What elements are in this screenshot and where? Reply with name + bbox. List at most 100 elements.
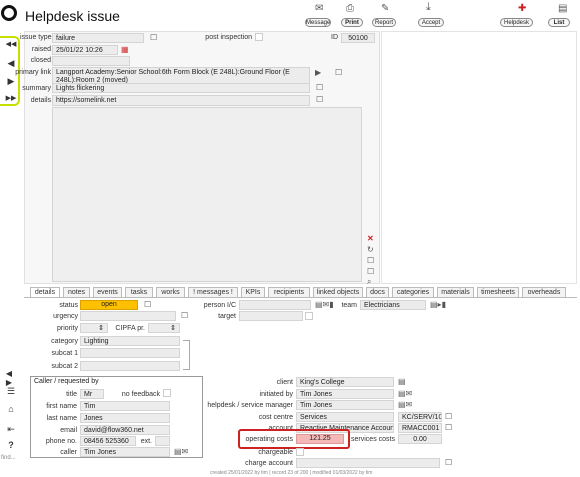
page-title: Helpdesk issue [25, 8, 120, 24]
last-name-label: last name [46, 415, 77, 422]
find-input[interactable]: find... [1, 455, 19, 464]
print-button[interactable]: Print [341, 18, 363, 27]
raised-label: raised [31, 46, 51, 53]
helpdesk-button[interactable]: Helpdesk [500, 18, 533, 27]
list-view-icon[interactable]: ▤ [558, 4, 567, 14]
closed-field[interactable] [52, 56, 130, 66]
edit-icon[interactable]: ☐ [150, 33, 157, 42]
primary-link-line-1: Langport Academy:Senior School:6th Form … [56, 69, 290, 76]
message-button[interactable]: Message [305, 18, 331, 27]
person-ic-label: person I/C [203, 302, 236, 309]
report-icon[interactable]: ✎ [381, 4, 389, 14]
logout-icon[interactable]: ⇤ [4, 424, 18, 435]
details-textarea[interactable] [52, 107, 362, 282]
edit-details-icon[interactable]: ☐ [316, 95, 323, 104]
category-label: category [51, 338, 78, 345]
phone-field[interactable]: 08456 525360 [80, 436, 136, 446]
title-label: title [66, 391, 77, 398]
team-field[interactable]: Electricians [360, 300, 426, 310]
report-button[interactable]: Report [372, 18, 396, 27]
help-icon[interactable]: ? [4, 440, 18, 450]
target-checkbox[interactable] [305, 312, 313, 320]
zoom-icon[interactable]: ⌕ [367, 277, 371, 286]
ext-label: ext. [140, 438, 152, 445]
no-feedback-checkbox[interactable] [163, 389, 171, 397]
summary-field[interactable]: Lights flickering [52, 83, 310, 93]
operating-costs-highlight [238, 429, 350, 449]
cost-centre-code: KC/SERV/1001 [398, 412, 442, 422]
subcat2-label: subcat 2 [51, 363, 78, 370]
client-field[interactable]: King's College [296, 377, 394, 387]
initiated-actions-icon[interactable]: ▤✉ [398, 389, 412, 398]
last-name-field[interactable]: Jones [80, 413, 170, 423]
document-icon[interactable]: ☐ [367, 267, 374, 276]
subcat1-select[interactable] [80, 348, 180, 358]
email-label: email [60, 427, 77, 434]
issue-type-field[interactable]: failure [52, 33, 144, 43]
details-field[interactable]: https://somelink.net [52, 95, 310, 106]
team-actions-icon[interactable]: ▤▸▮ [430, 300, 446, 309]
team-label: team [341, 302, 357, 309]
manager-field[interactable]: Tim Jones [296, 400, 394, 410]
id-label: ID [331, 34, 338, 41]
calendar-icon[interactable]: ▦ [121, 45, 129, 54]
close-icon[interactable]: ✕ [367, 234, 374, 243]
edit-cost-centre-icon[interactable]: ☐ [445, 412, 452, 421]
first-record-icon[interactable]: ◀◀ [4, 40, 18, 48]
edit-charge-account-icon[interactable]: ☐ [445, 458, 452, 467]
subcat2-select[interactable] [80, 361, 180, 371]
edit-summary-icon[interactable]: ☐ [316, 83, 323, 92]
cipfa-select[interactable]: ⇕ [148, 323, 180, 333]
client-card-icon[interactable]: ▤ [398, 377, 406, 386]
manager-actions-icon[interactable]: ▤✉ [398, 400, 412, 409]
post-inspection-checkbox[interactable] [255, 33, 263, 41]
cost-centre-field[interactable]: Services [296, 412, 394, 422]
cost-centre-label: cost centre [258, 414, 293, 421]
previous-record-icon[interactable]: ◀ [4, 58, 18, 69]
charge-account-label: charge account [245, 460, 293, 467]
priority-select[interactable]: ⇕ [80, 323, 108, 333]
accept-icon[interactable]: ⤓ [426, 2, 431, 13]
home-icon[interactable]: ⌂ [4, 404, 18, 414]
raised-field[interactable]: 25/01/22 10:26 [52, 45, 118, 55]
person-ic-field[interactable] [239, 300, 311, 310]
edit-status-icon[interactable]: ☐ [144, 300, 151, 309]
charge-account-field[interactable] [296, 458, 440, 468]
list-button[interactable]: List [548, 18, 570, 27]
first-name-label: first name [46, 403, 77, 410]
last-record-icon[interactable]: ▶▶ [4, 94, 18, 102]
accept-button[interactable]: Accept [418, 18, 444, 27]
account-code: RMACC001 [398, 423, 442, 433]
ext-field[interactable] [155, 436, 170, 446]
print-icon[interactable]: ⎙ [346, 4, 354, 14]
title-field[interactable]: Mr [80, 389, 104, 399]
status-field[interactable]: open [80, 300, 138, 310]
edit-text-icon[interactable]: ☐ [367, 256, 374, 265]
side-panel [381, 31, 577, 284]
chargeable-checkbox[interactable] [296, 448, 304, 456]
helpdesk-icon[interactable]: ✚ [518, 4, 526, 14]
caller-section-title: Caller / requested by [34, 378, 99, 385]
goto-link-icon[interactable]: ▶ [315, 68, 321, 77]
caller-field[interactable]: Tim Jones [80, 447, 170, 457]
list-icon[interactable]: ☰ [4, 386, 18, 397]
person-actions-icon[interactable]: ▤✉▮ [315, 300, 334, 309]
target-field[interactable] [239, 311, 303, 321]
refresh-icon[interactable]: ↻ [367, 245, 374, 254]
collapse-icon[interactable]: ◀ ▶ [2, 369, 16, 387]
edit-link-icon[interactable]: ☐ [335, 68, 342, 77]
priority-label: priority [56, 325, 78, 332]
tab-divider [24, 297, 577, 298]
caller-actions-icon[interactable]: ▤✉ [174, 447, 188, 456]
manager-label: helpdesk / service manager [207, 402, 293, 409]
category-select[interactable]: Lighting [80, 336, 180, 346]
urgency-field[interactable] [80, 311, 176, 321]
next-record-icon[interactable]: ▶ [4, 76, 18, 87]
services-costs-label: services costs [351, 436, 395, 443]
edit-account-icon[interactable]: ☐ [445, 423, 452, 432]
first-name-field[interactable]: Tim [80, 401, 170, 411]
message-icon[interactable]: ✉ [315, 4, 323, 14]
initiated-by-field[interactable]: Tim Jones [296, 389, 394, 399]
email-field[interactable]: david@flow360.net [80, 425, 170, 435]
initiated-by-label: initiated by [259, 391, 293, 398]
